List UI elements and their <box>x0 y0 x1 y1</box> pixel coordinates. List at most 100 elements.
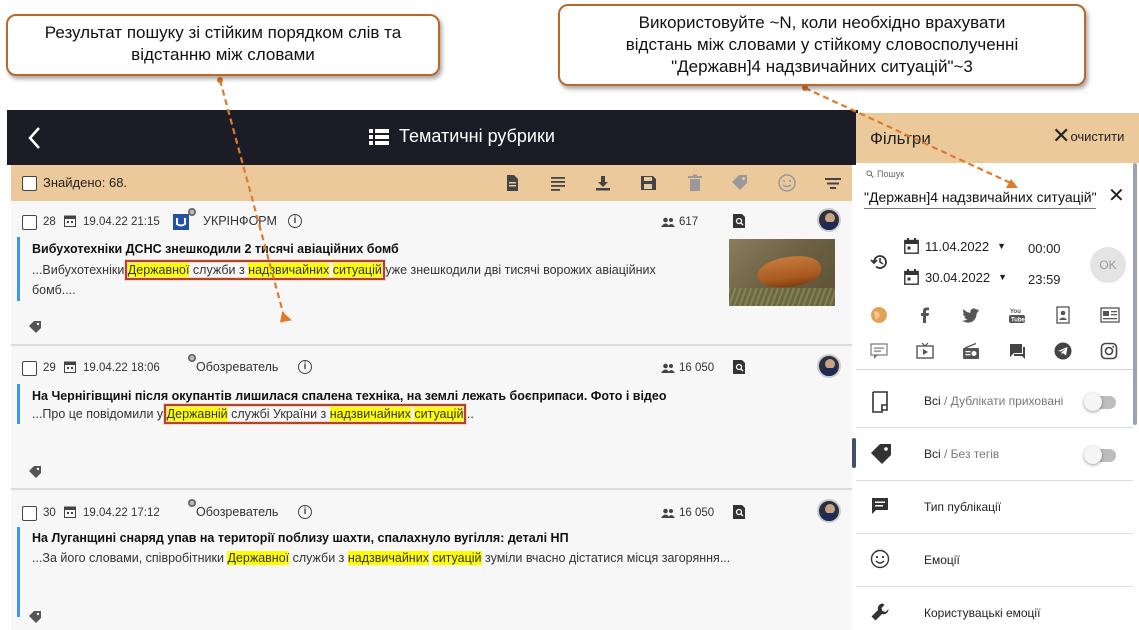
history-icon[interactable] <box>870 252 890 272</box>
clear-filters-label: очистити <box>1070 128 1125 144</box>
preview-doc-icon[interactable] <box>732 504 746 520</box>
text-lines-icon[interactable] <box>548 173 568 193</box>
preview-doc-icon[interactable] <box>732 213 746 229</box>
highlight-word: надзвичайних <box>347 551 429 565</box>
author-avatar[interactable] <box>817 354 841 378</box>
filter-duplicates[interactable]: Всі / Дублікати приховані <box>856 376 1133 428</box>
card-accent-bar <box>17 237 20 301</box>
time-to-input[interactable]: 23:59 <box>1028 272 1061 287</box>
back-arrow-icon[interactable] <box>25 124 45 152</box>
sort-icon[interactable] <box>823 173 843 193</box>
forum-icon[interactable] <box>870 339 916 363</box>
card-source[interactable]: Обозреватель <box>196 505 278 519</box>
card-thumbnail[interactable] <box>729 239 835 306</box>
card-checkbox[interactable] <box>22 506 37 521</box>
ukrinform-logo-icon <box>173 208 196 230</box>
card-reach-value: 617 <box>679 216 699 228</box>
delete-icon[interactable] <box>685 173 705 193</box>
audience-icon <box>661 363 675 373</box>
emotion-icon[interactable] <box>777 173 797 193</box>
card-reach-value: 16 050 <box>679 362 715 374</box>
author-avatar[interactable] <box>817 208 841 232</box>
save-icon[interactable] <box>638 173 658 193</box>
card-tag-icon[interactable] <box>28 610 42 624</box>
tv-icon[interactable] <box>916 339 962 363</box>
filter-main-text: Всі <box>924 394 941 408</box>
card-header: 29 19.04.22 18:06 Обозреватель i 16 050 <box>11 354 852 379</box>
message-icon <box>872 498 888 514</box>
date-to-value: 30.04.2022 <box>925 269 991 285</box>
preview-doc-icon[interactable] <box>732 359 746 375</box>
svg-text:Tube: Tube <box>1011 318 1026 324</box>
search-input[interactable] <box>864 185 1096 209</box>
web-globe-icon[interactable] <box>870 303 916 327</box>
card-title[interactable]: На Луганщині снаряд упав на території по… <box>32 531 569 545</box>
info-icon[interactable]: i <box>298 505 312 519</box>
filter-custom-emotions-label: Користувацькі емоції <box>924 606 1041 620</box>
card-checkbox[interactable] <box>22 215 37 230</box>
profile-icon[interactable] <box>1054 303 1100 327</box>
filter-custom-emotions[interactable]: Користувацькі емоції <box>856 588 1133 630</box>
info-icon[interactable]: i <box>288 214 302 228</box>
list-icon <box>369 128 389 145</box>
filter-publication-type[interactable]: Тип публікації <box>856 482 1133 534</box>
snippet-text: службі України з <box>227 407 330 421</box>
card-checkbox[interactable] <box>22 361 37 376</box>
audience-icon <box>661 217 675 227</box>
duplicates-toggle[interactable] <box>1084 393 1116 411</box>
page-title: Тематичні рубрики <box>369 126 555 147</box>
tag-icon[interactable] <box>730 173 750 193</box>
filter-sub-text: / Дублікати приховані <box>940 394 1064 408</box>
chat-icon[interactable] <box>1008 339 1054 363</box>
card-source[interactable]: Обозреватель <box>196 360 278 374</box>
date-to-picker[interactable]: 30.04.2022 ▼ <box>904 269 1007 285</box>
result-card[interactable]: 30 19.04.22 17:12 Обозреватель i 16 050 … <box>11 491 852 630</box>
card-title[interactable]: На Чернігівщині після окупантів лишилася… <box>32 389 666 403</box>
card-reach-value: 16 050 <box>679 507 715 519</box>
card-accent-bar <box>17 527 20 617</box>
calendar-icon <box>904 269 919 285</box>
instagram-icon[interactable] <box>1100 339 1139 363</box>
card-tag-icon[interactable] <box>28 465 42 479</box>
ok-button[interactable]: OK <box>1090 247 1126 283</box>
highlight-word: ситуацій <box>332 263 382 277</box>
filter-duplicates-label: Всі / Дублікати приховані <box>924 394 1063 408</box>
author-avatar[interactable] <box>817 499 841 523</box>
card-title[interactable]: Вибухотехніки ДСНС знешкодили 2 тисячі а… <box>32 242 399 256</box>
highlight-phrase-box: Державної служби з надзвичайних ситуацій <box>124 260 385 280</box>
highlight-word: ситуацій <box>432 551 482 565</box>
calendar-icon <box>904 238 919 254</box>
card-source[interactable]: УКРІНФОРМ <box>203 214 277 228</box>
card-tag-icon[interactable] <box>28 320 42 334</box>
date-from-picker[interactable]: 11.04.2022 ▼ <box>904 238 1006 254</box>
radio-icon[interactable] <box>962 339 1008 363</box>
filter-tags[interactable]: Всі / Без тегів <box>856 429 1133 481</box>
tags-toggle[interactable] <box>1084 446 1116 464</box>
telegram-icon[interactable] <box>1054 339 1100 363</box>
document-icon[interactable] <box>502 173 522 193</box>
select-all-checkbox[interactable] <box>22 176 37 191</box>
news-icon[interactable] <box>1100 303 1139 327</box>
clear-filters-button[interactable]: ✕ очистити <box>1052 125 1125 147</box>
highlight-word: Державної <box>127 263 190 277</box>
time-from-input[interactable]: 00:00 <box>1028 241 1061 256</box>
facebook-icon[interactable] <box>916 303 962 327</box>
filters-scrollbar[interactable] <box>1133 163 1137 425</box>
callout-left-line-2: відстанню між словами <box>131 45 315 64</box>
filter-emotions[interactable]: Емоції <box>856 535 1133 587</box>
search-clear-icon[interactable]: ✕ <box>1108 183 1125 208</box>
found-count: Знайдено: 68. <box>43 175 128 190</box>
card-date: 19.04.22 17:12 <box>83 507 160 519</box>
snippet-text: служби з <box>189 263 249 277</box>
youtube-icon[interactable]: You Tube <box>1008 303 1054 327</box>
result-card[interactable]: 28 19.04.22 21:15 УКРІНФОРМ i 617 Вибухо… <box>11 201 852 346</box>
result-card[interactable]: 29 19.04.22 18:06 Обозреватель i 16 050 … <box>11 347 852 490</box>
card-header: 28 19.04.22 21:15 УКРІНФОРМ i 617 <box>11 208 852 233</box>
calendar-icon <box>64 361 76 373</box>
download-icon[interactable] <box>593 173 613 193</box>
twitter-icon[interactable] <box>962 303 1008 327</box>
filter-publication-type-label: Тип публікації <box>924 500 1002 514</box>
card-snippet: ...Про це повідомили у Державній службі … <box>32 404 832 424</box>
snippet-text: уже знешкодили дві тисячі ворожих авіаці… <box>381 263 656 277</box>
info-icon[interactable]: i <box>298 360 312 374</box>
